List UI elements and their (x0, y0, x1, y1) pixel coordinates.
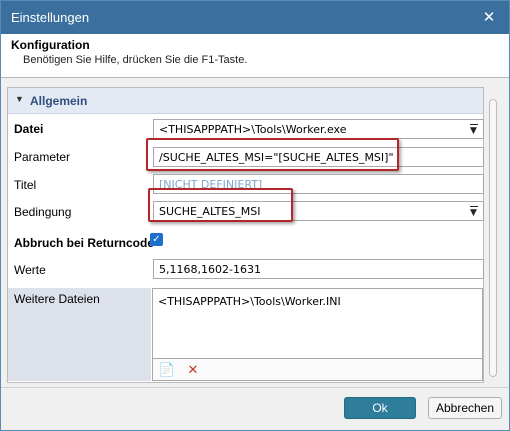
datei-label: Datei (14, 122, 44, 136)
scrollbar-thumb[interactable] (489, 99, 497, 377)
werte-value: 5,1168,1602-1631 (159, 263, 261, 276)
weitere-dateien-list[interactable]: <THISAPPPATH>\Tools\Worker.INI (152, 288, 483, 359)
list-item[interactable]: <THISAPPPATH>\Tools\Worker.INI (158, 295, 477, 308)
vertical-scrollbar[interactable] (485, 87, 501, 383)
werte-label: Werte (14, 263, 46, 277)
group-label: Allgemein (30, 94, 88, 108)
header-subtitle: Benötigen Sie Hilfe, drücken Sie die F1-… (23, 54, 248, 66)
chevron-down-icon[interactable]: ▼ (470, 204, 478, 218)
chevron-down-icon[interactable]: ▼ (470, 122, 478, 136)
werte-input[interactable]: 5,1168,1602-1631 (153, 259, 484, 279)
cancel-button[interactable]: Abbrechen (428, 397, 502, 419)
ok-button[interactable]: Ok (344, 397, 416, 419)
header-title: Konfiguration (11, 38, 90, 52)
add-file-icon[interactable]: 📄 (158, 361, 176, 379)
dialog-header: Konfiguration Benötigen Sie Hilfe, drück… (1, 34, 509, 78)
remove-file-icon[interactable]: ✕ (184, 361, 202, 379)
abbruch-label: Abbruch bei Returncode (14, 236, 155, 250)
parameter-label: Parameter (14, 150, 71, 164)
datei-dropdown[interactable]: <THISAPPPATH>\Tools\Worker.exe ▼ (153, 119, 484, 139)
close-icon[interactable]: ✕ (469, 1, 509, 34)
dialog-footer: Ok Abbrechen (1, 387, 509, 430)
titel-label: Titel (14, 178, 37, 192)
parameter-highlight (146, 138, 399, 171)
datei-value: <THISAPPPATH>\Tools\Worker.exe (159, 123, 347, 136)
bedingung-label: Bedingung (14, 205, 72, 219)
settings-dialog: Einstellungen ✕ Konfiguration Benötigen … (0, 0, 510, 431)
triangle-down-icon[interactable]: ▼ (15, 94, 24, 104)
group-allgemein[interactable]: ▼ Allgemein (8, 88, 483, 114)
window-title: Einstellungen (11, 10, 90, 25)
files-toolbar: 📄 ✕ (152, 359, 483, 381)
title-bar: Einstellungen ✕ (1, 1, 509, 34)
bedingung-highlight (148, 188, 293, 222)
weitere-label: Weitere Dateien (14, 292, 100, 306)
abbruch-checkbox[interactable]: ✓ (150, 233, 163, 246)
weitere-label-cell: Weitere Dateien (8, 288, 151, 381)
